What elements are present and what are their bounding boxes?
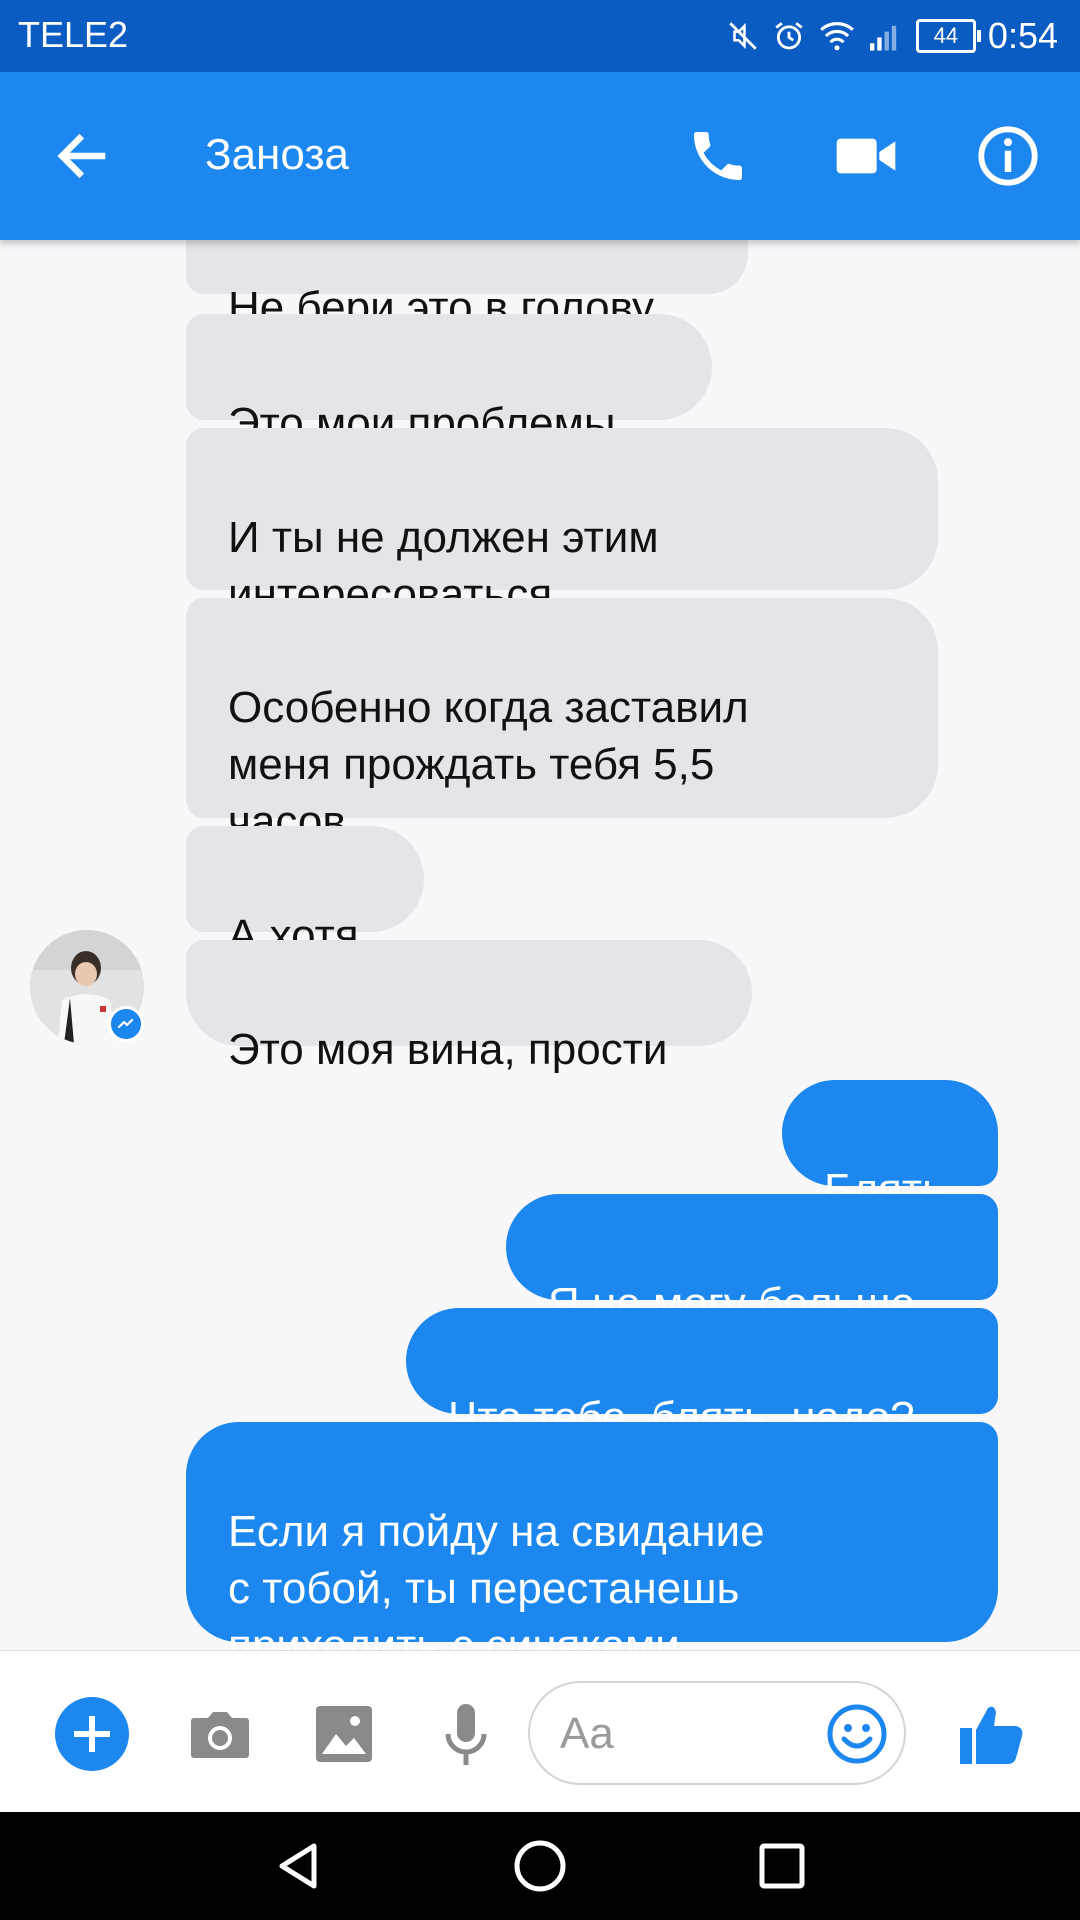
chat-title[interactable]: Заноза: [205, 130, 349, 180]
composer-bar: [0, 1650, 1080, 1813]
message-bubble[interactable]: Блять: [782, 1080, 998, 1214]
plus-icon[interactable]: [54, 1696, 130, 1772]
info-icon[interactable]: [976, 124, 1040, 188]
emoji-icon[interactable]: [826, 1703, 888, 1765]
message-bubble[interactable]: Если я пойду на свидание с тобой, ты пер…: [186, 1422, 998, 1650]
message-list[interactable]: Не бери это в голову Это мои проблемы И …: [0, 240, 1080, 1650]
video-camera-icon[interactable]: [834, 128, 898, 184]
message-text: Это моя вина, прости: [228, 1025, 668, 1074]
nav-home-icon[interactable]: [512, 1838, 568, 1894]
status-icons: 44 0:54: [726, 10, 1058, 62]
message-bubble[interactable]: Это мои проблемы: [186, 314, 712, 448]
message-bubble[interactable]: Что тебе, блять, надо?: [406, 1308, 998, 1442]
message-bubble[interactable]: Я не могу больше: [506, 1194, 998, 1328]
wifi-icon: [820, 22, 854, 51]
message-input-wrapper[interactable]: [528, 1681, 906, 1785]
message-bubble[interactable]: А хотя: [186, 826, 424, 960]
microphone-icon[interactable]: [428, 1696, 504, 1772]
message-bubble[interactable]: Не бери это в голову: [186, 240, 748, 332]
message-bubble[interactable]: Особенно когда заставил меня прождать те…: [186, 598, 938, 846]
carrier-name: TELE2: [18, 14, 129, 55]
navigation-bar: [0, 1812, 1080, 1920]
chat-header: Заноза: [0, 72, 1080, 240]
phone-icon[interactable]: [686, 124, 750, 188]
thumbs-up-icon[interactable]: [954, 1696, 1030, 1772]
message-text: Если я пойду на свидание с тобой, ты пер…: [228, 1507, 765, 1650]
back-arrow-icon[interactable]: [52, 126, 112, 186]
message-bubble[interactable]: Это моя вина, прости: [186, 940, 752, 1074]
battery-icon: 44: [915, 19, 981, 53]
battery-level: 44: [933, 23, 959, 48]
message-text: Особенно когда заставил меня прождать те…: [228, 683, 749, 846]
status-bar: TELE2 44 0:54: [0, 0, 1080, 72]
nav-back-icon[interactable]: [270, 1838, 326, 1894]
mute-icon: [729, 22, 757, 50]
signal-icon: [869, 25, 897, 51]
alarm-icon: [775, 22, 803, 50]
camera-icon[interactable]: [182, 1696, 258, 1772]
image-icon[interactable]: [306, 1696, 382, 1772]
nav-recents-icon[interactable]: [754, 1838, 810, 1894]
status-time: 0:54: [987, 15, 1058, 56]
message-bubble[interactable]: И ты не должен этим интересоваться: [186, 428, 938, 619]
messenger-badge-icon: [108, 1006, 144, 1042]
message-input[interactable]: [558, 1705, 812, 1763]
